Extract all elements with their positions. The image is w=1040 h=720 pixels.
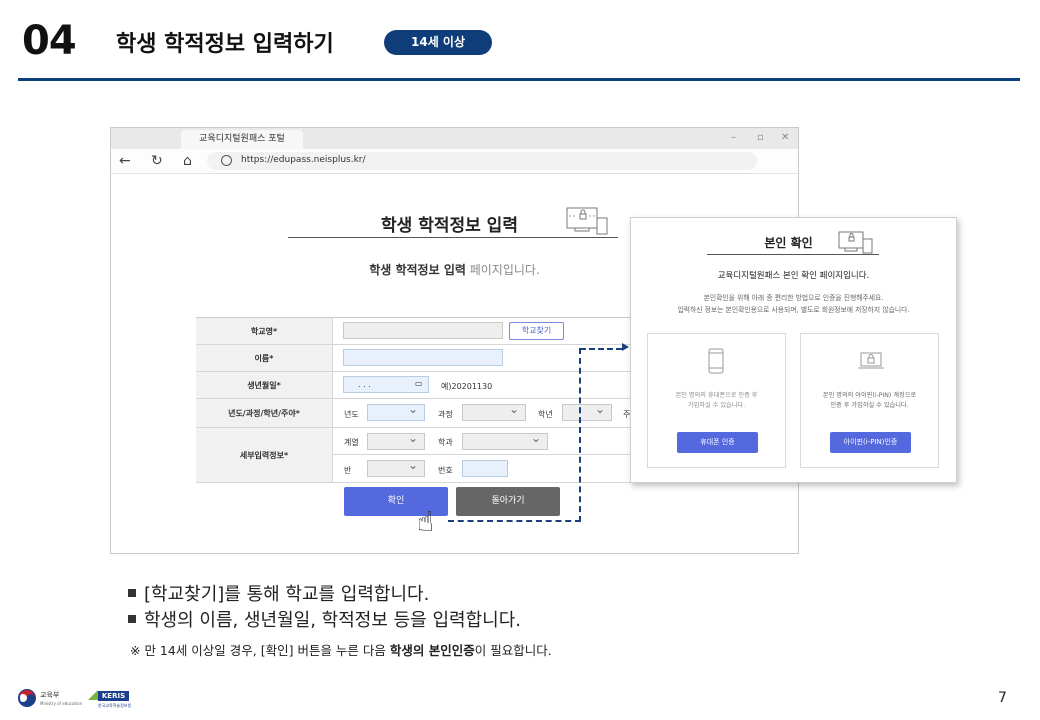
school-name-input[interactable] bbox=[343, 322, 503, 339]
phone-auth-card: 본인 명의의 휴대폰으로 인증 후 가입하실 수 있습니다. 휴대폰 인증 bbox=[647, 333, 786, 468]
ministry-subtitle: Ministry of education bbox=[40, 701, 83, 706]
form-row-detail: 세부입력정보* 계열 학과 반 번호 bbox=[196, 428, 641, 483]
form-row-grade: 년도/과정/학년/주야* 년도 과정 학년 주 bbox=[196, 399, 641, 428]
ministry-logo-icon bbox=[18, 689, 36, 707]
home-icon[interactable]: ⌂ bbox=[183, 153, 192, 169]
page-number: 7 bbox=[998, 690, 1007, 706]
laptop-lock-icon bbox=[858, 352, 884, 369]
tab-bar: 교육디지털원패스 포털 – ▫ ✕ bbox=[111, 128, 798, 149]
address-bar[interactable]: https://edupass.neisplus.kr/ bbox=[207, 152, 757, 170]
popup-desc-line2: 입력하신 정보는 본인확인용으로 사용되며, 별도로 회원정보에 저장하지 않습… bbox=[677, 306, 910, 314]
popup-title-underline bbox=[707, 254, 879, 255]
bullet-square-icon bbox=[128, 615, 136, 623]
department-select[interactable] bbox=[462, 431, 548, 450]
keris-logo-icon bbox=[88, 690, 98, 700]
popup-subtitle: 교육디지털원패스 본인 확인 페이지입니다. bbox=[717, 271, 870, 281]
form-title: 학생 학적정보 입력 bbox=[381, 216, 518, 236]
identity-verification-popup: 본인 확인 교육디지털원패스 본인 확인 페이지입니다. 본인확인을 위해 아래… bbox=[630, 217, 957, 483]
computer-lock-icon bbox=[566, 207, 608, 235]
pointer-hand-icon: ☝ bbox=[417, 505, 435, 538]
smartphone-icon bbox=[708, 348, 724, 374]
bullet-item: 학생의 이름, 생년월일, 학적정보 등을 입력합니다. bbox=[128, 606, 521, 632]
grade-label: 년도/과정/학년/주야* bbox=[196, 399, 333, 427]
globe-icon bbox=[221, 155, 232, 166]
popup-desc-line1: 본인확인을 위해 아래 중 편리한 방법으로 인증을 진행해주세요. bbox=[703, 294, 884, 302]
form-row-school: 학교명* 학교찾기 bbox=[196, 318, 641, 345]
page-title: 학생 학적정보 입력하기 bbox=[116, 32, 334, 57]
bullet-square-icon bbox=[128, 589, 136, 597]
computer-lock-icon bbox=[838, 231, 873, 254]
footnote: ※ 만 14세 이상일 경우, [확인] 버튼을 누른 다음 학생의 본인인증이… bbox=[130, 643, 552, 658]
ipin-auth-text: 본인 명의의 아이핀(i-PIN) 계정으로 인증 후 가입하실 수 있습니다. bbox=[822, 392, 917, 409]
grade-select[interactable] bbox=[562, 402, 612, 421]
url-text: https://edupass.neisplus.kr/ bbox=[241, 155, 366, 165]
minimize-icon[interactable]: – bbox=[731, 132, 736, 143]
form-row-name: 이름* bbox=[196, 345, 641, 372]
class-select[interactable] bbox=[367, 458, 425, 477]
track-select[interactable] bbox=[367, 431, 425, 450]
phone-auth-text: 본인 명의의 휴대폰으로 인증 후 가입하실 수 있습니다. bbox=[675, 392, 758, 409]
ministry-name: 교육부 bbox=[40, 691, 60, 699]
maximize-icon[interactable]: ▫ bbox=[757, 132, 764, 143]
close-icon[interactable]: ✕ bbox=[781, 132, 789, 143]
connector-line-top bbox=[580, 348, 622, 350]
back-icon[interactable]: ← bbox=[119, 153, 131, 169]
connector-line-vertical bbox=[579, 348, 581, 522]
student-info-form: 학교명* 학교찾기 이름* 생년월일* . . . ▭ 예)20201130 년… bbox=[196, 317, 641, 483]
name-input[interactable] bbox=[343, 349, 503, 366]
find-school-button[interactable]: 학교찾기 bbox=[509, 322, 564, 340]
header-divider bbox=[18, 78, 1020, 81]
refresh-icon[interactable]: ↻ bbox=[151, 153, 163, 169]
section-number: 04 bbox=[22, 18, 77, 64]
detail-label: 세부입력정보* bbox=[196, 428, 333, 482]
birth-date-input[interactable]: . . . ▭ bbox=[343, 376, 429, 393]
birth-label: 생년월일* bbox=[196, 372, 333, 398]
name-label: 이름* bbox=[196, 345, 333, 371]
form-title-underline bbox=[288, 237, 618, 238]
keris-subtitle: 한국교육학술정보원 bbox=[98, 703, 132, 708]
connector-line-bottom bbox=[448, 520, 581, 522]
school-label: 학교명* bbox=[196, 318, 333, 344]
year-select[interactable] bbox=[367, 402, 425, 421]
ipin-auth-card: 본인 명의의 아이핀(i-PIN) 계정으로 인증 후 가입하실 수 있습니다.… bbox=[800, 333, 939, 468]
keris-logo: KERIS bbox=[98, 691, 129, 701]
bullet-item: [학교찾기]를 통해 학교를 입력합니다. bbox=[128, 580, 429, 606]
nav-bar: ← ↻ ⌂ https://edupass.neisplus.kr/ bbox=[111, 149, 798, 174]
connector-arrow-icon bbox=[622, 343, 629, 351]
phone-auth-button[interactable]: 휴대폰 인증 bbox=[677, 432, 758, 453]
student-number-input[interactable] bbox=[462, 460, 508, 477]
ipin-auth-button[interactable]: 아이핀(i-PIN)인증 bbox=[830, 432, 911, 453]
back-button[interactable]: 돌아가기 bbox=[456, 487, 560, 516]
calendar-icon[interactable]: ▭ bbox=[415, 379, 423, 388]
form-row-birth: 생년월일* . . . ▭ 예)20201130 bbox=[196, 372, 641, 399]
birth-example: 예)20201130 bbox=[441, 382, 493, 391]
popup-title: 본인 확인 bbox=[764, 236, 813, 250]
course-select[interactable] bbox=[462, 402, 526, 421]
age-badge: 14세 이상 bbox=[384, 30, 492, 55]
browser-tab[interactable]: 교육디지털원패스 포털 bbox=[181, 130, 303, 149]
